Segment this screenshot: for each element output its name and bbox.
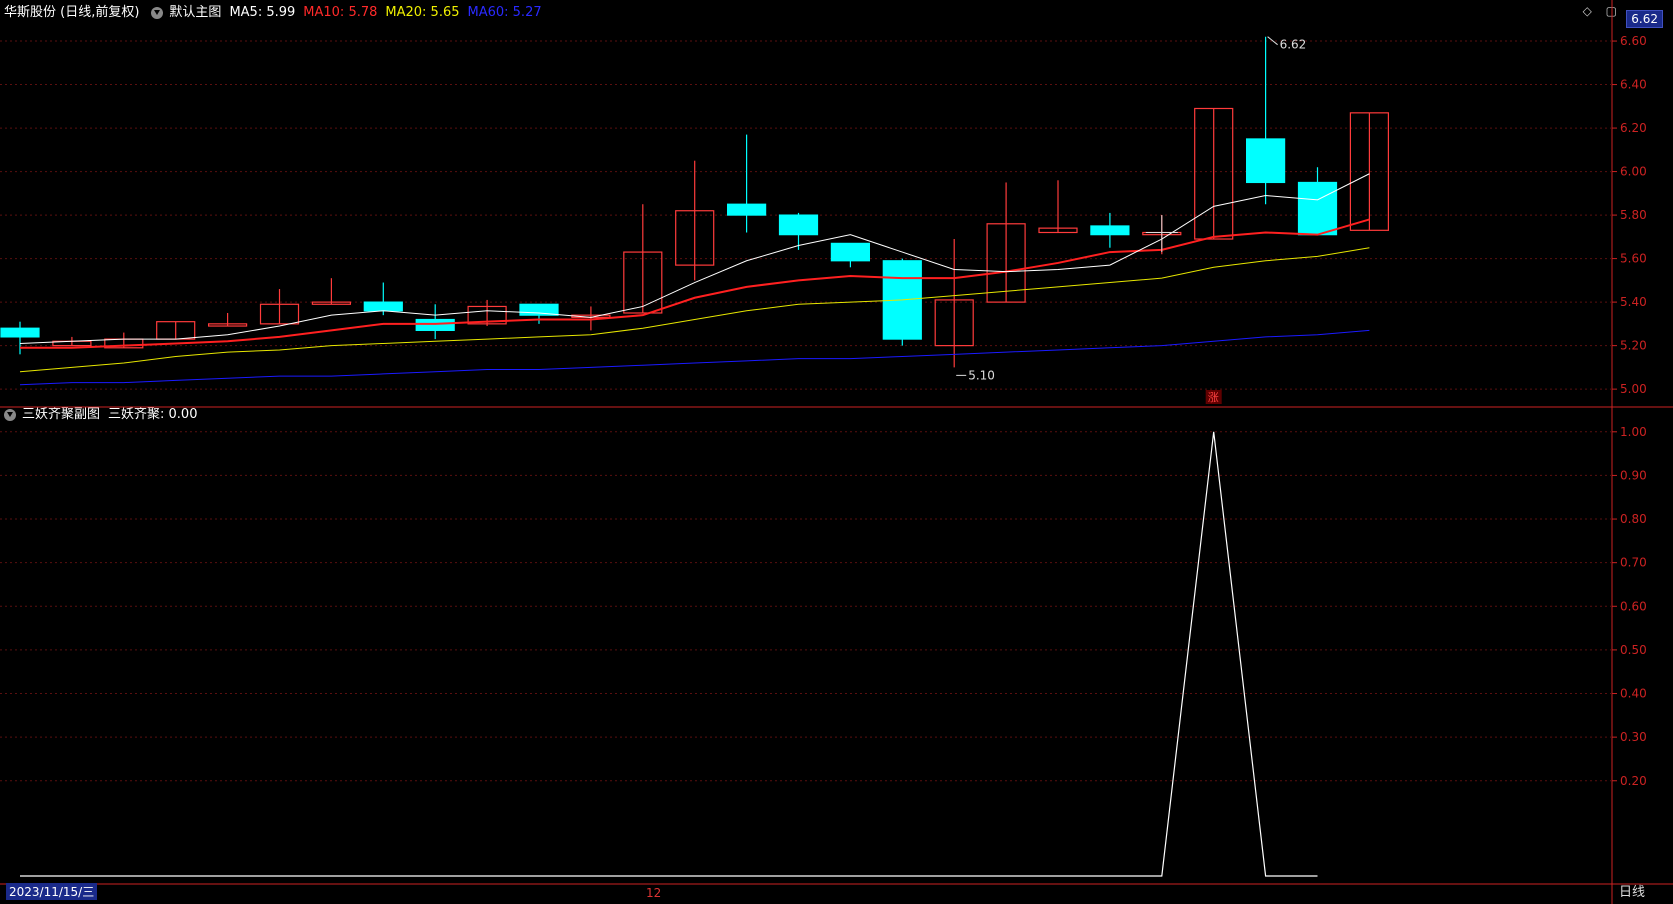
price-tick-label: 6.00 xyxy=(1620,165,1647,179)
zhang-label: 涨 xyxy=(1208,391,1219,404)
price-marks: 6.62 5.10 涨 xyxy=(956,36,1307,404)
low-price-label: 5.10 xyxy=(968,368,995,382)
indicator-tick-label: 0.50 xyxy=(1620,643,1647,657)
price-tick-label: 5.40 xyxy=(1620,295,1647,309)
indicator-tick-label: 0.40 xyxy=(1620,687,1647,701)
chart-frame xyxy=(0,0,1673,904)
indicator-tick-label: 0.20 xyxy=(1620,774,1647,788)
date-cursor-label: 2023/11/15/三 xyxy=(6,883,98,900)
candle-body xyxy=(415,318,455,331)
sub-indicator-plot: 1.00 0.90 0.80 0.70 0.60 0.50 0.40 0.30 0.20 xyxy=(0,425,1647,877)
period-mode[interactable]: 日线 xyxy=(1619,881,1645,900)
price-tick-label: 6.60 xyxy=(1620,34,1647,48)
candle-body xyxy=(778,214,819,236)
stock-chart[interactable]: 6.60 6.40 6.20 6.00 5.80 5.60 5.40 5.20 5.00 6.6… xyxy=(0,0,1673,904)
price-tick-label: 6.20 xyxy=(1620,121,1647,135)
indicator-tick-label: 1.00 xyxy=(1620,425,1647,439)
candle-body xyxy=(830,242,871,262)
candle-body xyxy=(1245,138,1286,184)
candle-body xyxy=(1297,181,1338,236)
price-tick-label: 5.80 xyxy=(1620,208,1647,222)
price-axis: 6.60 6.40 6.20 6.00 5.80 5.60 5.40 5.20 5.00 xyxy=(1612,34,1647,396)
indicator-tick-label: 0.70 xyxy=(1620,556,1647,570)
ma60-line xyxy=(19,329,1370,386)
candle-body xyxy=(0,327,40,338)
indicator-tick-label: 0.30 xyxy=(1620,730,1647,744)
month-tick-label: 12 xyxy=(646,886,662,900)
candle-body xyxy=(1090,225,1130,236)
indicator-tick-label: 0.90 xyxy=(1620,468,1647,482)
price-tick-label: 6.40 xyxy=(1620,78,1647,92)
candle-body xyxy=(519,303,559,316)
indicator-tick-label: 0.80 xyxy=(1620,512,1647,526)
candle-body xyxy=(363,301,403,312)
high-price-label: 6.62 xyxy=(1280,38,1307,52)
price-tick-label: 5.00 xyxy=(1620,382,1647,396)
price-tick-label: 5.60 xyxy=(1620,252,1647,266)
indicator-tick-label: 0.60 xyxy=(1620,599,1647,613)
price-tick-label: 5.20 xyxy=(1620,339,1647,353)
candle-body xyxy=(726,203,767,216)
indicator-line xyxy=(20,431,1318,877)
candlesticks xyxy=(0,36,1390,368)
